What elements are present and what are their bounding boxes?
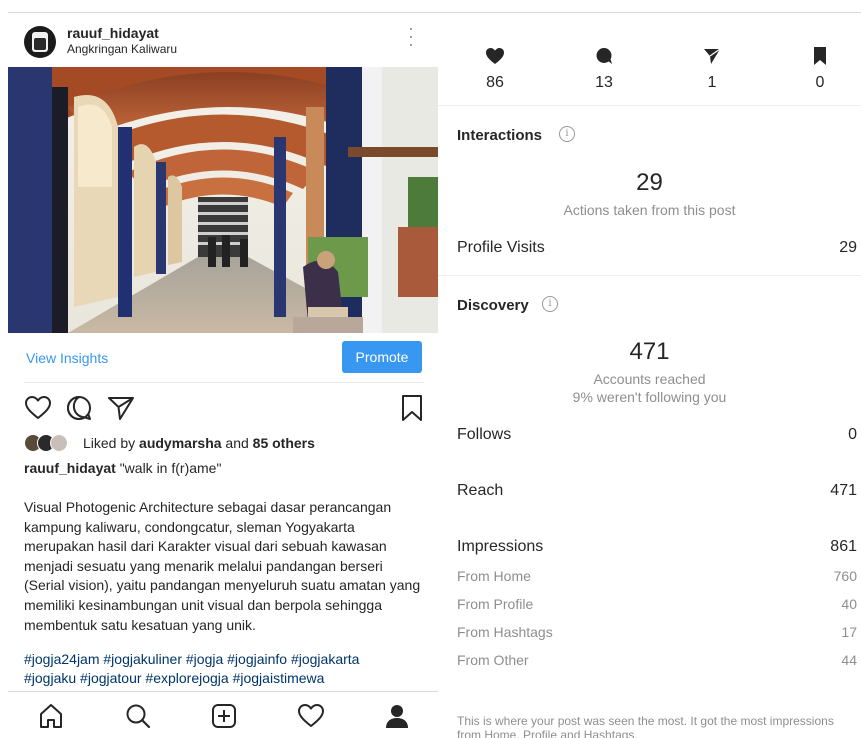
caption-text: "walk in f(r)ame" <box>115 460 222 476</box>
bookmark-icon <box>814 47 826 65</box>
profile-icon[interactable] <box>383 702 411 730</box>
avatar[interactable] <box>24 26 56 58</box>
promote-button[interactable]: Promote <box>342 341 422 373</box>
impressions-source-row: From Hashtags 17 <box>457 624 857 640</box>
row-value: 44 <box>841 652 857 668</box>
bookmark-outline-icon[interactable] <box>398 394 426 422</box>
insights-bar: View Insights Promote <box>24 341 424 373</box>
follows-row: Follows 0 <box>457 426 857 444</box>
activity-heart-icon[interactable] <box>297 702 325 730</box>
liker-username[interactable]: audymarsha <box>139 435 221 451</box>
comment-outline-icon[interactable] <box>65 394 93 422</box>
likes-prefix: Liked by <box>83 435 140 451</box>
interactions-subtitle: Actions taken from this post <box>563 202 736 218</box>
discovery-subtitle: Accounts reached <box>593 371 706 387</box>
search-icon[interactable] <box>124 702 152 730</box>
stat-value: 86 <box>486 74 504 91</box>
discovery-title: Discovery <box>457 297 529 314</box>
divider <box>24 382 424 383</box>
row-label: Impressions <box>457 538 544 555</box>
discovery-count: 471 <box>629 338 670 365</box>
profile-visits-row: Profile Visits 29 <box>457 239 857 257</box>
caption-username[interactable]: rauuf_hidayat <box>24 460 116 476</box>
row-value: 17 <box>841 624 857 640</box>
row-label: Follows <box>457 426 512 443</box>
divider <box>438 12 861 13</box>
heart-outline-icon[interactable] <box>24 394 52 422</box>
impressions-source-row: From Other 44 <box>457 652 857 668</box>
share-paper-plane-icon[interactable] <box>107 394 135 422</box>
row-value: 0 <box>848 426 857 443</box>
row-value: 861 <box>830 538 857 555</box>
row-value: 40 <box>841 596 857 612</box>
liker-avatars <box>24 434 76 452</box>
stat-value: 13 <box>595 74 613 91</box>
stat-shares: 1 <box>682 46 742 92</box>
avatar <box>50 434 68 452</box>
view-insights-link[interactable]: View Insights <box>26 350 108 366</box>
divider <box>438 105 861 106</box>
row-value: 471 <box>830 482 857 499</box>
bottom-navigation <box>8 691 438 738</box>
post-location[interactable]: Angkringan Kaliwaru <box>67 42 177 56</box>
row-label: From Other <box>457 652 529 668</box>
stat-comments: 13 <box>574 46 634 92</box>
likes-and: and <box>221 435 253 451</box>
stat-likes: 86 <box>465 46 525 92</box>
hashtags[interactable]: #jogja24jam #jogjakuliner #jogja #jogjai… <box>24 650 424 688</box>
comment-icon <box>596 48 612 64</box>
discovery-subtitle-following: 9% weren't following you <box>572 389 727 405</box>
hashtags-line[interactable]: #jogja24jam #jogjakuliner #jogja #jogjai… <box>24 650 424 669</box>
info-icon[interactable]: i <box>542 296 558 312</box>
post-photo[interactable] <box>8 67 438 333</box>
caption: rauuf_hidayat "walk in f(r)ame" <box>24 460 221 476</box>
post-header: rauuf_hidayat Angkringan Kaliwaru · · · <box>24 19 424 62</box>
post-username[interactable]: rauuf_hidayat <box>67 25 159 41</box>
likes-text: Liked by audymarsha and 85 others <box>83 435 315 451</box>
likes-others-count[interactable]: 85 others <box>253 435 315 451</box>
post-description: Visual Photogenic Architecture sebagai d… <box>24 499 421 633</box>
divider <box>438 275 861 276</box>
divider <box>8 12 438 13</box>
insights-panel: 86 13 1 0 Interactions i 29 Actions take… <box>438 0 861 738</box>
engagement-stats: 86 13 1 0 <box>438 46 861 98</box>
new-post-icon[interactable] <box>210 702 238 730</box>
row-label: Reach <box>457 482 504 499</box>
share-icon <box>704 48 721 64</box>
row-label: From Hashtags <box>457 624 553 640</box>
interactions-count: 29 <box>636 169 663 196</box>
more-options-icon[interactable]: · · · <box>408 19 414 53</box>
stat-value: 1 <box>707 74 717 91</box>
post-panel: rauuf_hidayat Angkringan Kaliwaru ··· <box>0 0 438 738</box>
row-label: Profile Visits <box>457 239 545 256</box>
impressions-source-row: From Profile 40 <box>457 596 857 612</box>
insights-footnote: This is where your post was seen the mos… <box>457 714 834 738</box>
heart-icon <box>486 48 504 64</box>
interactions-title: Interactions <box>457 127 543 144</box>
info-icon[interactable]: i <box>559 126 575 142</box>
row-value: 760 <box>833 568 857 584</box>
row-label: From Home <box>457 568 531 584</box>
stat-saves: 0 <box>790 46 850 92</box>
impressions-row: Impressions 861 <box>457 538 857 556</box>
home-icon[interactable] <box>37 702 65 730</box>
reach-row: Reach 471 <box>457 482 857 500</box>
row-label: From Profile <box>457 596 534 612</box>
hashtags-line[interactable]: #jogjaku #jogjatour #explorejogja #jogja… <box>24 669 424 688</box>
impressions-source-row: From Home 760 <box>457 568 857 584</box>
post-actions <box>24 394 424 422</box>
likes-summary[interactable]: Liked by audymarsha and 85 others <box>24 433 434 453</box>
stat-value: 0 <box>815 74 825 91</box>
row-value: 29 <box>839 239 857 256</box>
